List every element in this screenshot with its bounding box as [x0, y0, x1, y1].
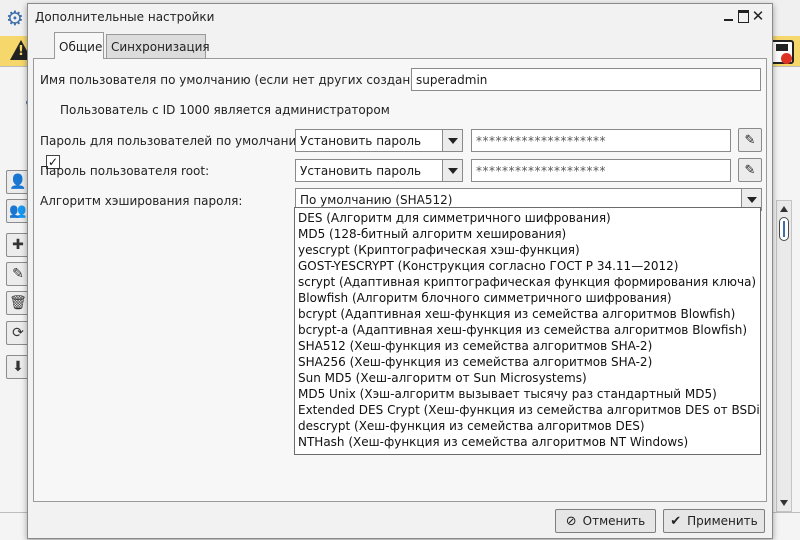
scrollbar-thumb[interactable] [779, 217, 789, 241]
hash-algorithm-dropdown-list: DES (Алгоритм для симметричного шифрован… [294, 207, 761, 455]
hash-algorithm-select-value: По умолчанию (SHA512) [300, 193, 453, 207]
apply-button[interactable]: ✔ Применить [663, 509, 765, 533]
chevron-down-icon[interactable] [442, 130, 462, 151]
default-user-input[interactable]: superadmin [411, 68, 761, 91]
pencil-icon[interactable]: ✎ [738, 128, 762, 152]
tab-sync[interactable]: Синхронизация [106, 34, 210, 58]
tab-bar: Общие Синхронизация [28, 32, 772, 59]
dropdown-option[interactable]: descrypt (Хеш-функция из семейства алгор… [295, 418, 760, 434]
dropdown-option[interactable]: Blowfish (Алгоритм блочного симметричног… [295, 290, 760, 306]
default-password-label: Пароль для пользователей по умолчанию: [40, 134, 311, 148]
scroll-down-icon[interactable] [780, 500, 788, 506]
scroll-up-icon[interactable] [780, 206, 788, 212]
admin-checkbox-label: Пользователь с ID 1000 является админист… [60, 103, 390, 117]
dropdown-option[interactable]: SHA256 (Хеш-функция из семейства алгорит… [295, 354, 760, 370]
root-password-select[interactable]: Установить пароль [295, 159, 463, 182]
root-password-select-value: Установить пароль [300, 164, 422, 178]
cancel-button[interactable]: ⊘ Отменить [555, 509, 656, 533]
maximize-icon[interactable] [735, 8, 751, 24]
root-password-label: Пароль пользователя root: [40, 164, 210, 178]
dropdown-option[interactable]: yescrypt (Криптографическая хэш-функция) [295, 242, 760, 258]
default-user-label: Имя пользователя по умолчанию (если нет … [40, 73, 444, 87]
dropdown-option[interactable]: SHA512 (Хеш-функция из семейства алгорит… [295, 338, 760, 354]
root-password-input[interactable]: ******************** [471, 159, 731, 182]
minimize-icon[interactable] [720, 8, 736, 24]
default-password-select-value: Установить пароль [300, 134, 422, 148]
dropdown-option[interactable]: MD5 Unix (Хэш-алгоритм вызывает тысячу р… [295, 386, 760, 402]
dropdown-option[interactable]: DES (Алгоритм для симметричного шифрован… [295, 210, 760, 226]
dropdown-option[interactable]: NTHash (Хеш-функция из семейства алгорит… [295, 434, 760, 450]
close-icon[interactable]: ✕ [750, 8, 766, 24]
background-scrollbar[interactable] [776, 200, 792, 512]
dropdown-option[interactable]: bcrypt (Адаптивная хеш-функция из семейс… [295, 306, 760, 322]
dropdown-option[interactable]: Sun MD5 (Хеш-алгоритм от Sun Microsystem… [295, 370, 760, 386]
cancel-icon: ⊘ [565, 513, 577, 529]
dropdown-option[interactable]: scrypt (Адаптивная криптографическая фун… [295, 274, 760, 290]
default-password-select[interactable]: Установить пароль [295, 129, 463, 152]
cancel-button-label: Отменить [582, 514, 646, 528]
apply-button-label: Применить [687, 514, 758, 528]
default-password-input[interactable]: ******************** [471, 129, 731, 152]
dialog-titlebar[interactable]: Дополнительные настройки ✕ [28, 4, 772, 30]
chevron-down-icon[interactable] [442, 160, 462, 181]
save-icon[interactable] [770, 40, 794, 64]
dropdown-option[interactable]: GOST-YESCRYPT (Конструкция согласно ГОСТ… [295, 258, 760, 274]
dropdown-option[interactable]: Extended DES Crypt (Хеш-функция из семей… [295, 402, 760, 418]
pencil-icon[interactable]: ✎ [738, 158, 762, 182]
dialog-title: Дополнительные настройки [35, 10, 215, 24]
tab-general[interactable]: Общие [54, 32, 104, 59]
gear-icon: ⚙ [6, 6, 24, 30]
dropdown-option[interactable]: bcrypt-a (Адаптивная хеш-функция из семе… [295, 322, 760, 338]
check-icon: ✔ [670, 513, 682, 529]
dropdown-option[interactable]: MD5 (128-битный алгоритм хеширования) [295, 226, 760, 242]
hash-algorithm-label: Алгоритм хэширования пароля: [40, 194, 243, 208]
